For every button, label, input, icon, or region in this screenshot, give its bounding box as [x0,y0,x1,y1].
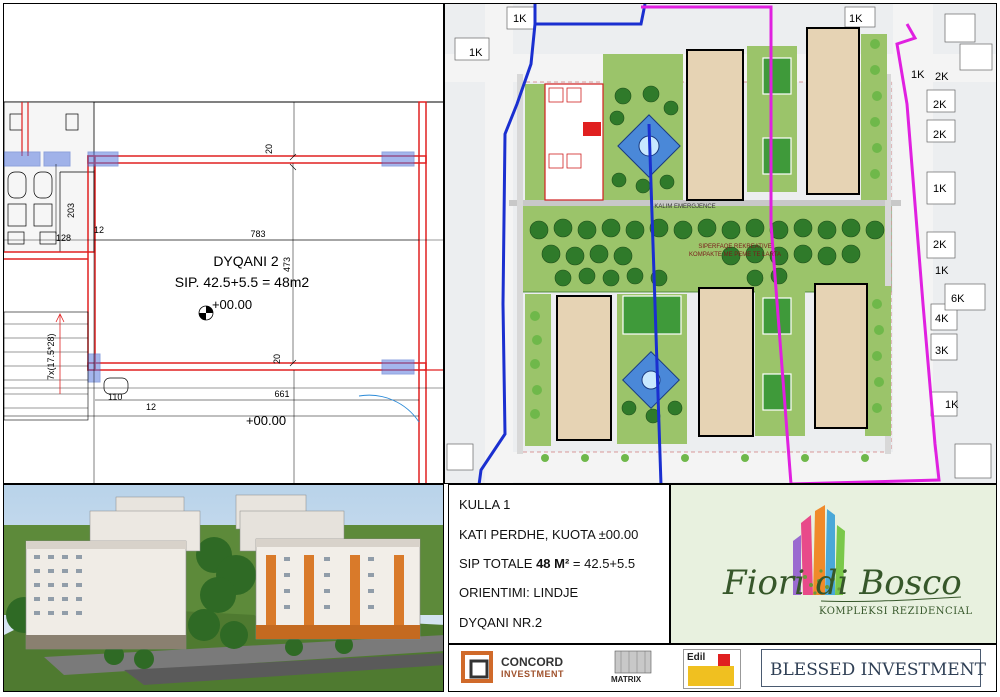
concord-subname: INVESTMENT [501,669,565,679]
concord-mark-icon [461,651,493,683]
dim-203: 203 [66,203,76,218]
matrix-building-icon [614,650,652,674]
blessed-name: BLESSED INVESTMENT [770,660,986,680]
project-logo-panel: Fiori di Bosco KOMPLEKSI REZIDENCIAL [670,484,997,644]
emergency-road-text: KALIM EMERGJENCE [654,204,715,210]
site-label-k2-b: 2K [933,99,947,111]
site-label-k2-d: 2K [933,239,947,251]
stair-label: 7x(17.5*28) [46,333,56,380]
dim-473: 473 [282,257,292,272]
level-mark-lower: +00.00 [246,413,286,428]
matrix-logo: MATRIX [609,649,657,689]
site-label-k2-a: 2K [935,71,949,83]
total-area-value: 48 M² [536,556,570,571]
level-mark: +00.00 [212,297,252,312]
sponsor-strip: CONCORD INVESTMENT MATRIX Edil BLESSED I… [448,644,997,692]
dim-20-top: 20 [264,144,274,154]
floor-plan-drawing: DYQANI 2 SIP. 42.5+5.5 = 48m2 +00.00 +00… [4,4,443,483]
blessed-investment-logo: BLESSED INVESTMENT [761,649,986,689]
site-label-k6: 6K [951,293,965,305]
dim-783: 783 [250,229,265,239]
project-logo-subtitle: KOMPLEKSI REZIDENCIAL [819,606,973,617]
site-label-k1-a: 1K [513,13,527,25]
total-area-suffix: = 42.5+5.5 [569,556,636,571]
green-area-text-2: KOMPAKTE ME PEME TE LARTA [689,252,781,258]
concord-name: CONCORD [501,655,563,669]
site-label-k1-b: 1K [469,47,483,59]
room-area: SIP. 42.5+5.5 = 48m2 [175,274,310,290]
orientation-label: ORIENTIMI: LINDJE [459,585,579,600]
floor-plan-panel: DYQANI 2 SIP. 42.5+5.5 = 48m2 +00.00 +00… [3,3,444,484]
building-render-image [4,485,443,691]
site-label-k3: 3K [935,345,949,357]
total-area-prefix: SIP TOTALE [459,556,537,571]
dim-12-b: 12 [146,402,156,412]
matrix-name: MATRIX [611,675,642,684]
dim-110: 110 [108,392,122,402]
building-label: KULLA 1 [459,497,511,512]
site-label-k1-d: 1K [911,69,925,81]
site-label-k1-f: 1K [935,265,949,277]
total-area-label: SIP TOTALE 48 M² = 42.5+5.5 [459,556,635,571]
site-label-k1-g: 1K [945,399,959,411]
blessed-frame: BLESSED INVESTMENT [761,649,986,687]
project-logo-name: Fiori di Bosco [723,563,962,603]
site-label-k2-c: 2K [933,129,947,141]
edil-mark-icon [688,654,734,686]
dim-20-mid: 20 [272,354,282,364]
dim-128: 128 [56,233,71,243]
concord-logo: CONCORD INVESTMENT [461,649,583,689]
site-plan-drawing: 1K 1K 1K 1K 2K 2K 2K 1K 2K 1K 6K 4K 3K 1… [445,4,996,483]
dim-12-a: 12 [94,225,104,235]
edil-logo: Edil [683,649,741,689]
unit-number-label: DYQANI NR.2 [459,615,543,630]
site-label-k1-e: 1K [933,183,947,195]
site-plan-panel: 1K 1K 1K 1K 2K 2K 2K 1K 2K 1K 6K 4K 3K 1… [444,3,997,484]
render-panel [3,484,444,692]
room-name: DYQANI 2 [213,253,279,269]
site-label-k1-c: 1K [849,13,863,25]
dim-661: 661 [274,389,289,399]
info-box: KULLA 1 KATI PERDHE, KUOTA ±00.00 SIP TO… [448,484,670,644]
green-area-text-1: SIPERFAQE REKREATIVE [698,244,771,250]
site-label-k4: 4K [935,313,949,325]
floor-level-label: KATI PERDHE, KUOTA ±00.00 [459,527,639,542]
